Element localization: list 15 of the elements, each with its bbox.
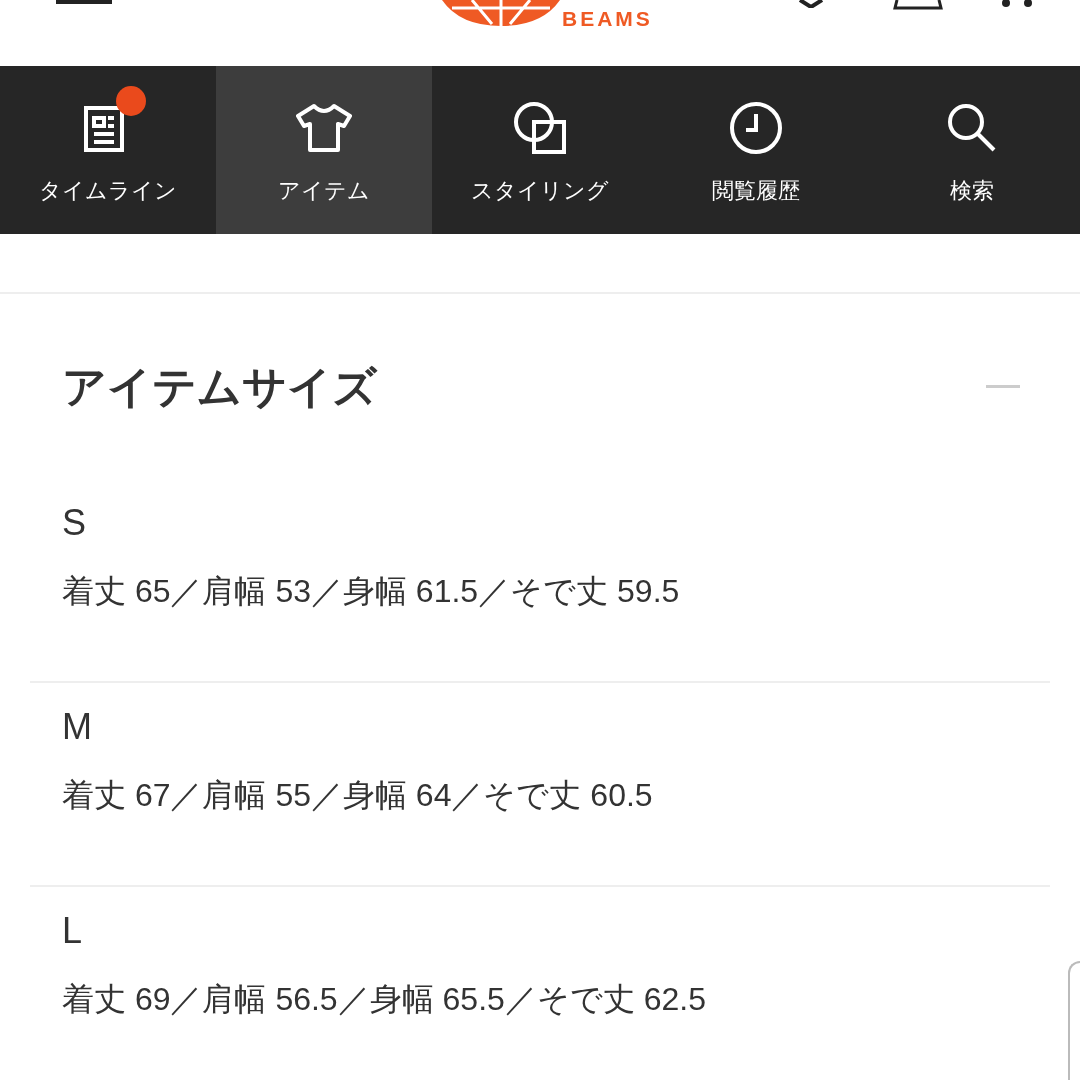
size-name: S (62, 501, 87, 545)
size-name: M (62, 705, 93, 749)
search-icon (946, 102, 998, 154)
minus-icon (986, 385, 1020, 388)
clock-icon (728, 100, 784, 156)
size-measurements: 着丈 65／肩幅 53／身幅 61.5／そで丈 59.5 (62, 572, 680, 611)
size-name: L (62, 909, 84, 953)
t-shirt-icon (296, 102, 352, 154)
section-title: アイテムサイズ (62, 360, 377, 413)
nav-tab[interactable]: アイテム (216, 66, 432, 234)
size-measurements: 着丈 67／肩幅 55／身幅 64／そで丈 60.5 (62, 776, 653, 815)
logo-text: BEAMS (562, 6, 653, 32)
overlapping-shapes-icon (512, 100, 568, 156)
size-measurements: 着丈 69／肩幅 56.5／身幅 65.5／そで丈 62.5 (62, 980, 706, 1019)
account-icon[interactable] (893, 0, 943, 10)
